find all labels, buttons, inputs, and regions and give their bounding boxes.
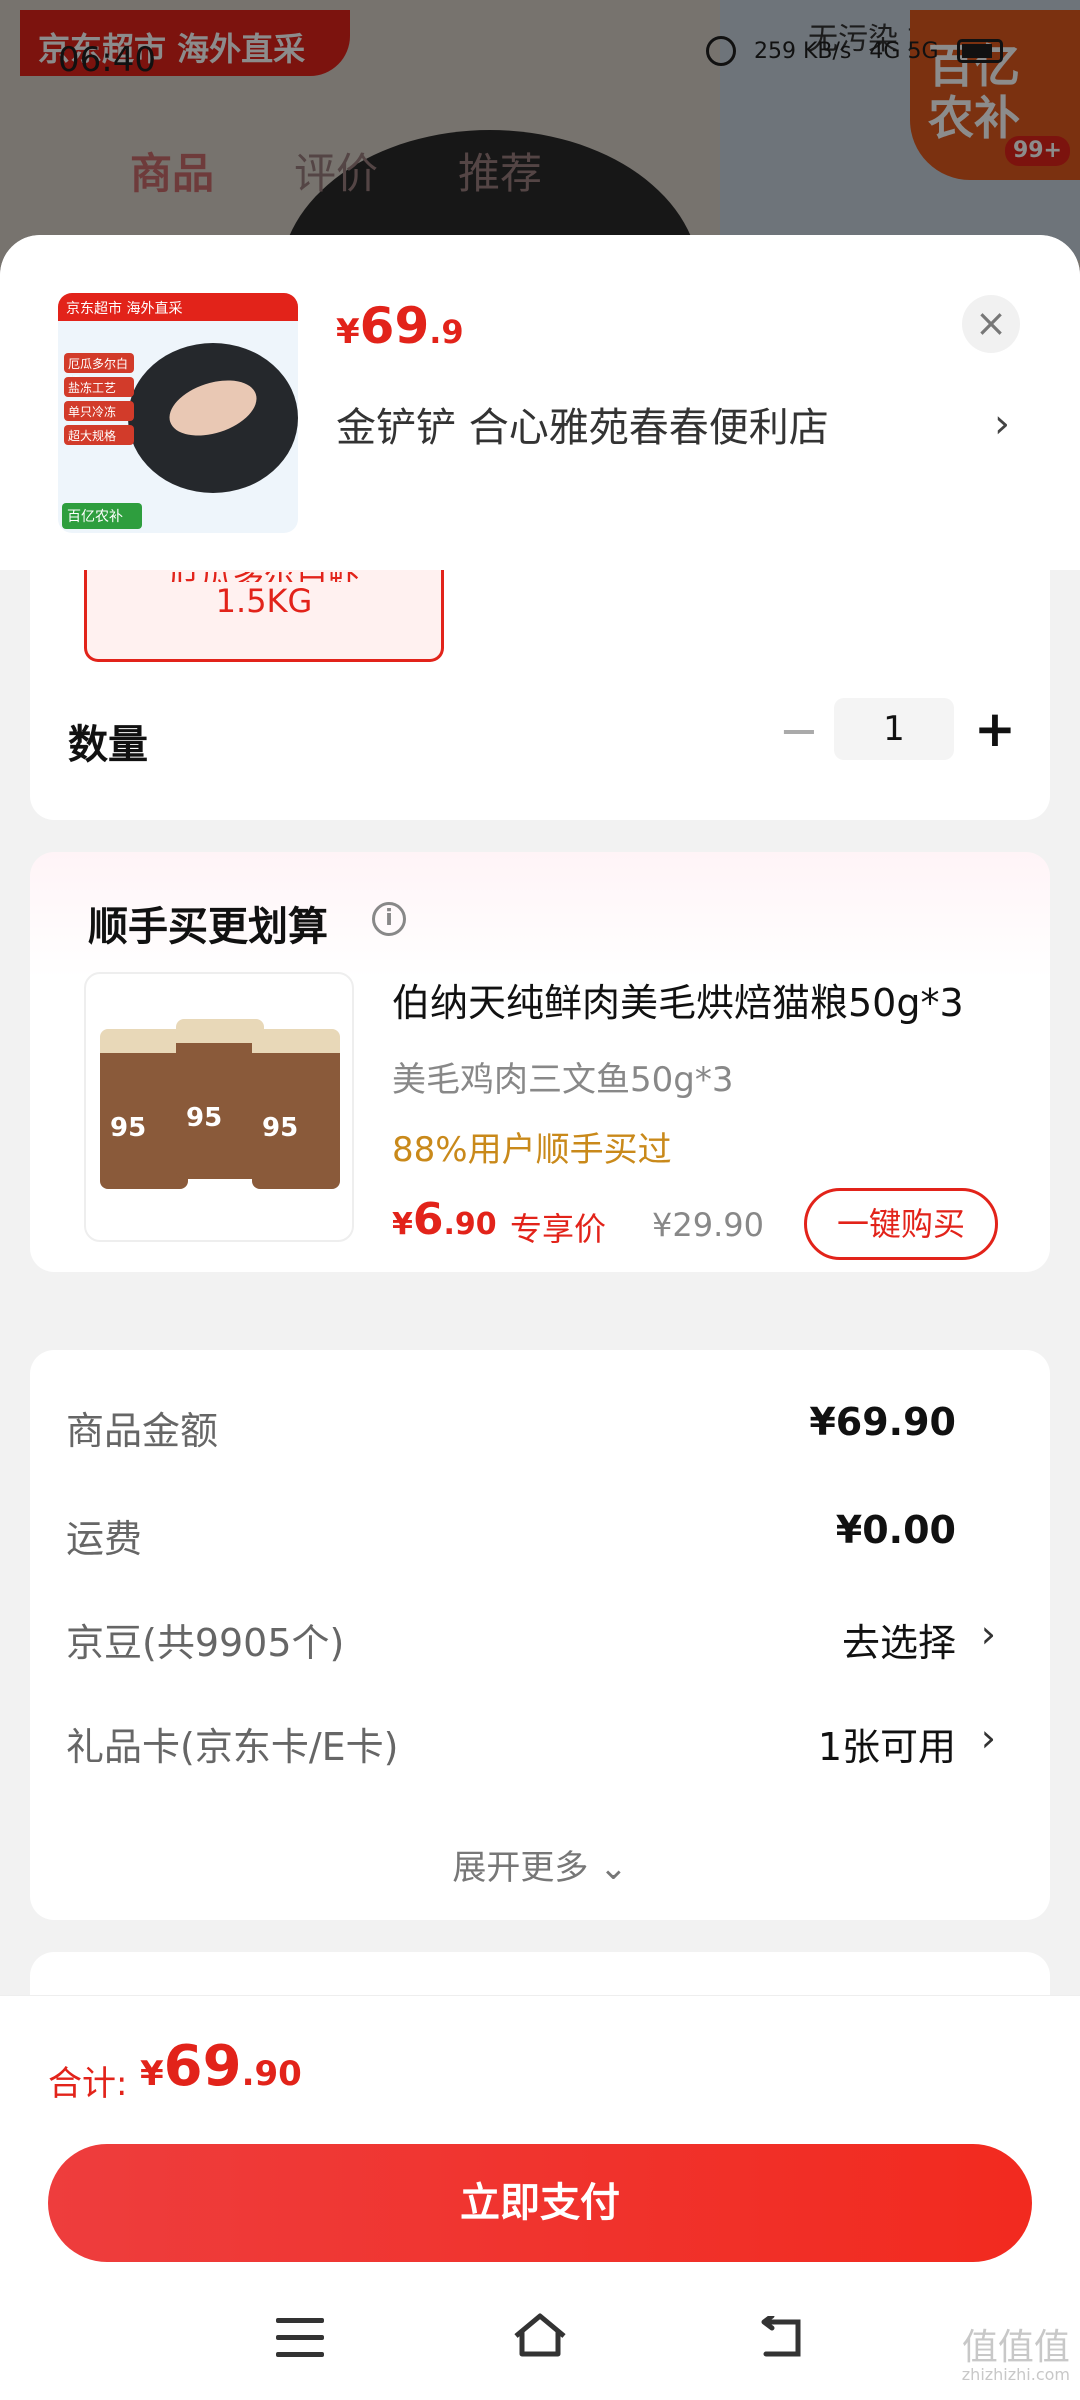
price-symbol: ¥ (140, 2054, 164, 2094)
network-type: 4G 5G (869, 38, 939, 64)
menu-icon[interactable] (276, 2318, 324, 2358)
summary-label: 运费 (66, 1517, 143, 1561)
thumbnail-top-text: 京东超市 海外直采 (58, 293, 298, 321)
upsell-product-spec: 美毛鸡肉三文鱼50g*3 (392, 1060, 734, 1100)
system-nav-bar: 值值值 zhizhizhi.com (0, 2296, 1080, 2396)
thumbnail-tag: 盐冻工艺 (64, 377, 134, 397)
variant-option-selected[interactable]: 厄瓜多尔白虾 1.5KG (84, 570, 444, 662)
pay-now-button[interactable]: 立即支付 (48, 2144, 1032, 2262)
price-decimal: .90 (241, 2054, 302, 2094)
upsell-price: ¥6.90 (392, 1194, 497, 1245)
sheet-header: 京东超市 海外直采 厄瓜多尔白虾 盐冻工艺 单只冷冻 超大规格 百亿农补 ¥69… (0, 235, 1080, 570)
chevron-right-icon: › (980, 1612, 996, 1656)
product-thumbnail: 京东超市 海外直采 厄瓜多尔白虾 盐冻工艺 单只冷冻 超大规格 百亿农补 (58, 293, 298, 533)
summary-value: ¥69.90 (809, 1400, 956, 1444)
battery-icon (956, 39, 1003, 63)
back-icon[interactable] (756, 2316, 806, 2360)
quantity-label: 数量 (68, 722, 148, 768)
summary-value: 去选择 (841, 1621, 956, 1665)
status-bar: 06:40 259 KB/s 4G 5G (0, 0, 1080, 110)
cat-food-bag: 95 (176, 1019, 264, 1179)
bag-label: 95 (186, 1103, 223, 1133)
price-symbol: ¥ (392, 1207, 413, 1242)
exclusive-price-tag: 专享价 (510, 1210, 607, 1248)
close-button[interactable]: × (962, 295, 1020, 353)
status-icons: 259 KB/s 4G 5G (706, 36, 1003, 66)
chevron-down-icon: ⌄ (599, 1848, 628, 1888)
info-icon[interactable]: i (372, 902, 406, 936)
net-speed-value: 259 (754, 38, 796, 64)
watermark-url: zhizhizhi.com (961, 2365, 1070, 2384)
summary-row-jd-beans[interactable]: 京豆(共9905个) 去选择 › (66, 1612, 1016, 1672)
expand-more-label: 展开更多 (452, 1848, 589, 1888)
price-symbol: ¥ (336, 312, 360, 352)
home-icon[interactable] (510, 2310, 570, 2360)
summary-value: ¥0.00 (835, 1508, 956, 1552)
quantity-decrease-button[interactable]: − (774, 707, 824, 758)
summary-label: 京豆(共9905个) (66, 1621, 345, 1665)
summary-label: 礼品卡(京东卡/E卡) (66, 1725, 399, 1769)
total-price: ¥69.90 (140, 2034, 302, 2099)
summary-row-gift-card[interactable]: 礼品卡(京东卡/E卡) 1张可用 › (66, 1716, 1016, 1776)
upsell-product-image[interactable]: 95 95 95 (84, 972, 354, 1242)
product-price: ¥69.9 (336, 297, 464, 355)
summary-value: 1张可用 (817, 1725, 956, 1769)
order-summary-card: 商品金额 ¥69.90 运费 ¥0.00 京豆(共9905个) 去选择 › 礼品… (30, 1350, 1050, 1920)
cat-food-bag: 95 (252, 1029, 340, 1189)
quantity-input[interactable]: 1 (834, 698, 954, 760)
price-integer: 6 (412, 1194, 444, 1245)
thumbnail-tag: 厄瓜多尔白虾 (64, 353, 134, 388)
thumbnail-tag: 单只冷冻 (64, 401, 134, 421)
variant-cut-label: 厄瓜多尔白虾 (87, 572, 441, 582)
chevron-right-icon[interactable]: › (994, 401, 1010, 447)
upsell-title: 顺手买更划算 (88, 904, 328, 950)
upsell-buy-stat: 88%用户顺手买过 (392, 1130, 672, 1170)
checkout-bar: 合计: ¥69.90 立即支付 值值值 zhizhizhi.com (0, 1995, 1080, 2400)
quantity-increase-button[interactable]: + (970, 704, 1020, 756)
thumbnail-tag: 超大规格 (64, 425, 134, 445)
cat-food-bag: 95 (100, 1029, 188, 1189)
net-speed-unit: KB/s (803, 38, 852, 64)
price-integer: 69 (163, 2034, 242, 2099)
upsell-product-name[interactable]: 伯纳天纯鲜肉美毛烘焙猫粮50g*3 (392, 972, 1002, 1027)
summary-row-goods-amount: 商品金额 ¥69.90 (66, 1400, 1016, 1460)
chevron-right-icon: › (980, 1716, 996, 1760)
price-integer: 69 (359, 297, 430, 355)
close-icon: × (975, 301, 1007, 345)
variant-label: 1.5KG (215, 582, 313, 620)
one-click-buy-button[interactable]: 一键购买 (804, 1188, 998, 1260)
price-decimal: .9 (429, 313, 464, 351)
bag-label: 95 (262, 1113, 299, 1143)
watermark: 值值值 zhizhizhi.com (962, 2330, 1070, 2384)
net-speed: 259 KB/s (754, 39, 851, 64)
price-decimal: .90 (443, 1207, 497, 1242)
total-label: 合计: (48, 2064, 128, 2104)
summary-label: 商品金额 (66, 1409, 219, 1453)
upsell-card: 顺手买更划算 i 95 95 95 伯纳天纯鲜肉美毛烘焙猫粮50g*3 美毛鸡肉… (30, 852, 1050, 1272)
original-price: ¥29.90 (652, 1206, 764, 1244)
variant-quantity-card: 厄瓜多尔白虾 1.5KG 数量 − 1 + (30, 570, 1050, 820)
bag-label: 95 (110, 1113, 147, 1143)
store-name[interactable]: 金铲铲 合心雅苑春春便利店 (336, 395, 829, 453)
status-time: 06:40 (58, 40, 156, 80)
watermark-title: 值值值 (961, 2327, 1070, 2368)
expand-more-button[interactable]: 展开更多 ⌄ (30, 1840, 1050, 1889)
alarm-icon (706, 36, 736, 66)
thumbnail-logo: 百亿农补 (62, 503, 142, 529)
summary-row-shipping: 运费 ¥0.00 (66, 1508, 1016, 1568)
